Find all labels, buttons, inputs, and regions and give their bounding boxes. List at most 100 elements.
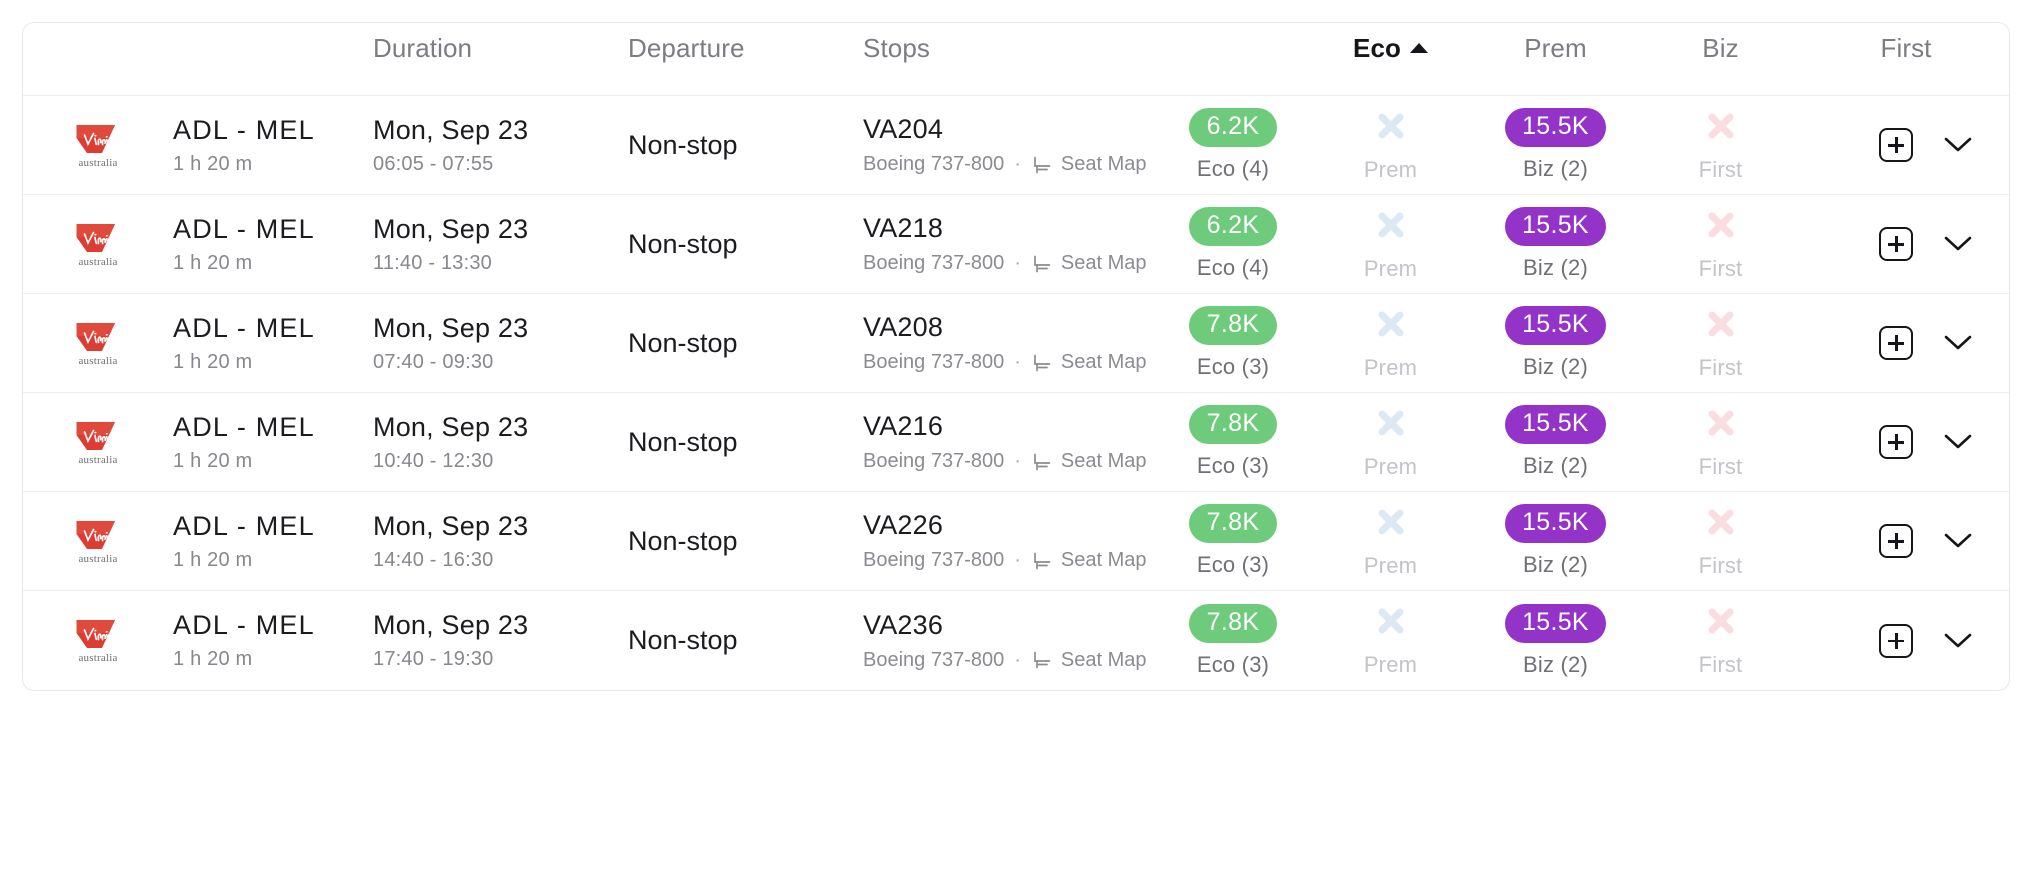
plus-square-icon[interactable]	[1879, 425, 1913, 459]
plus-square-icon[interactable]	[1879, 326, 1913, 360]
fare-price-badge-biz[interactable]: 15.5K	[1505, 306, 1606, 345]
seat-map-link[interactable]: Seat Map	[1061, 649, 1147, 672]
fare-price-badge-biz[interactable]: 15.5K	[1505, 108, 1606, 147]
seat-map-link[interactable]: Seat Map	[1061, 450, 1147, 473]
fare-price-badge-biz[interactable]: 15.5K	[1505, 405, 1606, 444]
fare-prem-badge-wrap	[1308, 404, 1473, 445]
fare-biz-label: Biz (2)	[1523, 552, 1588, 577]
table-row[interactable]: australia ADL - MEL 1 h 20 m Mon, Sep 23…	[23, 294, 2009, 393]
table-row[interactable]: australia ADL - MEL 1 h 20 m Mon, Sep 23…	[23, 492, 2009, 591]
chevron-down-icon[interactable]	[1943, 626, 1973, 656]
fare-biz-badge-wrap: 15.5K	[1473, 603, 1638, 643]
table-row[interactable]: australia ADL - MEL 1 h 20 m Mon, Sep 23…	[23, 96, 2009, 195]
flight-results-page: Duration Departure Stops Eco Prem Biz Fi…	[0, 0, 2032, 878]
fare-eco-label: Eco (3)	[1196, 651, 1270, 677]
route-cell: ADL - MEL 1 h 20 m	[173, 214, 373, 275]
fare-cell-eco[interactable]: 7.8K Eco (3)	[1158, 306, 1308, 380]
column-header-duration[interactable]: Duration	[373, 33, 628, 64]
table-row[interactable]: australia ADL - MEL 1 h 20 m Mon, Sep 23…	[23, 393, 2009, 492]
column-header-eco[interactable]: Eco	[1308, 33, 1473, 64]
chevron-down-icon[interactable]	[1943, 130, 1973, 160]
fare-first-label: First	[1698, 156, 1743, 182]
seat-map-link[interactable]: Seat Map	[1061, 252, 1147, 275]
separator-dot: ·	[1014, 351, 1021, 373]
fare-price-badge-biz[interactable]: 15.5K	[1505, 207, 1606, 246]
fare-biz-label: Biz (2)	[1523, 651, 1588, 677]
seat-map-link[interactable]: Seat Map	[1061, 351, 1147, 374]
fare-eco-badge-wrap: 7.8K	[1158, 405, 1308, 444]
chevron-down-icon[interactable]	[1943, 229, 1973, 259]
fare-cell-biz[interactable]: 15.5K Biz (2)	[1473, 603, 1638, 678]
departure-cell: Mon, Sep 23 10:40 - 12:30	[373, 412, 628, 473]
fare-cell-eco[interactable]: 7.8K Eco (3)	[1158, 405, 1308, 479]
duration-label: 1 h 20 m	[173, 152, 253, 175]
airline-logo: australia	[67, 122, 129, 169]
seat-icon	[1031, 650, 1053, 670]
fare-cell-eco[interactable]: 6.2K Eco (4)	[1158, 108, 1308, 182]
plus-square-icon[interactable]	[1879, 128, 1913, 162]
fare-cell-biz[interactable]: 15.5K Biz (2)	[1473, 405, 1638, 479]
airline-wordmark: australia	[78, 255, 118, 268]
virgin-australia-tailfin-icon	[76, 322, 115, 351]
seat-icon	[1031, 551, 1053, 571]
separator-dot: ·	[1014, 549, 1021, 571]
fare-cell-eco[interactable]: 6.2K Eco (4)	[1158, 207, 1308, 281]
fare-price-badge-eco[interactable]: 6.2K	[1189, 207, 1277, 246]
x-icon	[1704, 503, 1738, 540]
fare-cell-biz[interactable]: 15.5K Biz (2)	[1473, 207, 1638, 281]
seat-icon	[1031, 452, 1053, 472]
plus-square-icon[interactable]	[1879, 227, 1913, 261]
fare-eco-badge-wrap: 7.8K	[1158, 504, 1308, 543]
fare-first-badge-wrap	[1638, 404, 1803, 445]
chevron-down-icon[interactable]	[1943, 526, 1973, 556]
fare-cell-biz[interactable]: 15.5K Biz (2)	[1473, 504, 1638, 578]
fare-cell-prem: Prem	[1308, 603, 1473, 679]
fare-price-badge-eco[interactable]: 6.2K	[1189, 108, 1277, 147]
fare-cell-prem: Prem	[1308, 305, 1473, 381]
column-header-stops[interactable]: Stops	[863, 33, 1158, 64]
fare-price-badge-eco[interactable]: 7.8K	[1189, 306, 1277, 345]
fare-price-badge-biz[interactable]: 15.5K	[1505, 504, 1606, 543]
fare-biz-label: Biz (2)	[1523, 354, 1588, 379]
table-row[interactable]: australia ADL - MEL 1 h 20 m Mon, Sep 23…	[23, 195, 2009, 294]
fare-cell-biz[interactable]: 15.5K Biz (2)	[1473, 108, 1638, 182]
chevron-down-icon[interactable]	[1943, 328, 1973, 358]
column-header-departure[interactable]: Departure	[628, 33, 863, 64]
x-icon	[1374, 305, 1408, 342]
fare-price-badge-eco[interactable]: 7.8K	[1189, 405, 1277, 444]
plus-square-icon[interactable]	[1879, 524, 1913, 558]
airline-logo-cell: australia	[23, 617, 173, 664]
flight-number-label: VA236	[863, 609, 944, 640]
departure-date-label: Mon, Sep 23	[373, 312, 529, 343]
fare-price-badge-eco[interactable]: 7.8K	[1189, 504, 1277, 543]
airline-logo-cell: australia	[23, 419, 173, 466]
fare-biz-badge-wrap: 15.5K	[1473, 504, 1638, 543]
column-header-first[interactable]: First	[1803, 33, 2009, 64]
duration-label: 1 h 20 m	[173, 350, 253, 373]
table-row[interactable]: australia ADL - MEL 1 h 20 m Mon, Sep 23…	[23, 591, 2009, 690]
fare-cell-prem: Prem	[1308, 503, 1473, 579]
fare-cell-eco[interactable]: 7.8K Eco (3)	[1158, 603, 1308, 678]
fare-price-badge-eco[interactable]: 7.8K	[1189, 603, 1277, 643]
row-actions	[1803, 623, 2009, 658]
fare-eco-badge-wrap: 7.8K	[1158, 306, 1308, 345]
x-icon	[1374, 603, 1408, 640]
chevron-down-icon[interactable]	[1943, 427, 1973, 457]
fare-prem-label: Prem	[1363, 255, 1418, 281]
fare-price-badge-biz[interactable]: 15.5K	[1505, 603, 1606, 643]
departure-date-label: Mon, Sep 23	[373, 114, 529, 145]
flight-info-cell: VA204 Boeing 737-800 · Seat Map	[863, 114, 1158, 176]
airline-wordmark: australia	[78, 453, 118, 466]
fare-first-badge-wrap	[1638, 206, 1803, 247]
fare-cell-first: First	[1638, 305, 1803, 381]
fare-eco-badge-wrap: 6.2K	[1158, 207, 1308, 246]
seat-map-link[interactable]: Seat Map	[1061, 549, 1147, 572]
fare-cell-biz[interactable]: 15.5K Biz (2)	[1473, 306, 1638, 380]
fare-cell-eco[interactable]: 7.8K Eco (3)	[1158, 504, 1308, 578]
seat-map-link[interactable]: Seat Map	[1061, 153, 1147, 176]
column-header-biz[interactable]: Biz	[1638, 33, 1803, 64]
fare-eco-label: Eco (4)	[1196, 156, 1270, 181]
plus-square-icon[interactable]	[1879, 623, 1913, 658]
fare-biz-badge-wrap: 15.5K	[1473, 306, 1638, 345]
column-header-prem[interactable]: Prem	[1473, 33, 1638, 64]
